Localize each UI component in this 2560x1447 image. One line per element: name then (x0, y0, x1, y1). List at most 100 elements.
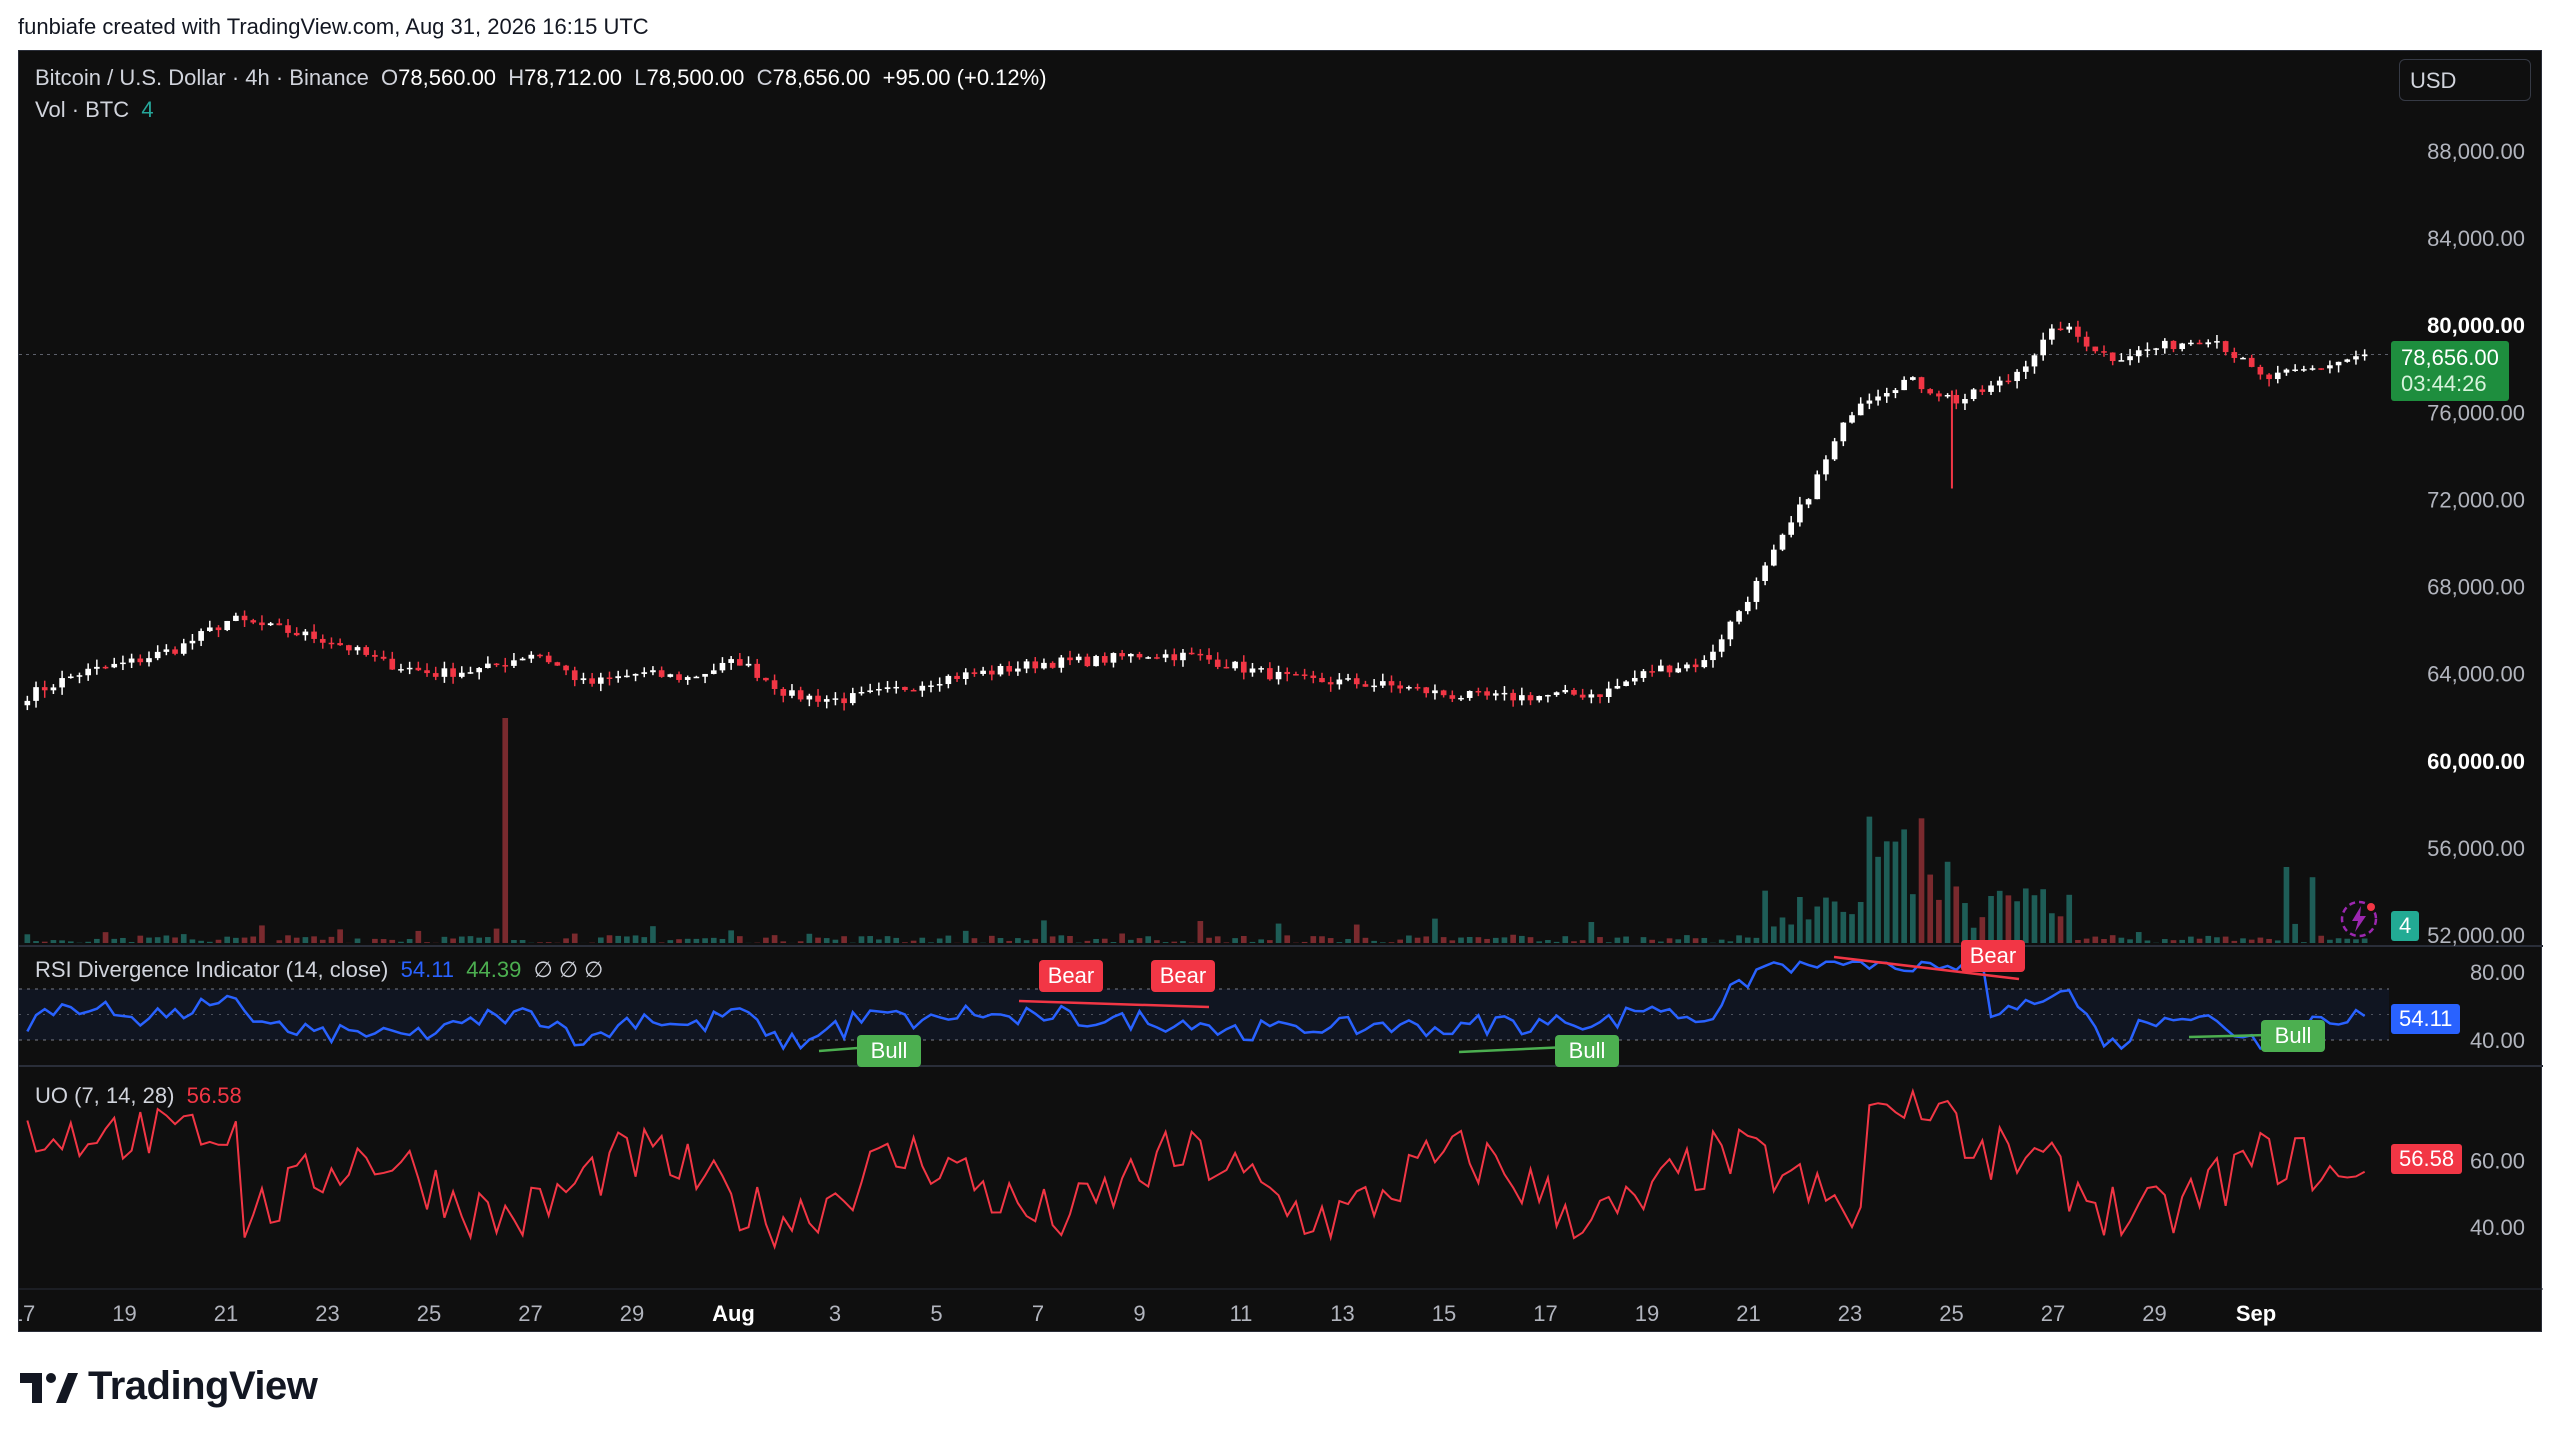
candle-body (1814, 474, 1821, 500)
candle-body (1779, 534, 1786, 550)
price-axis-label: 76,000.00 (2427, 400, 2525, 425)
chart-frame[interactable]: 88,000.00 84,000.00 80,000.00 76,000.00 72,0… (18, 50, 2543, 1333)
volume-bar (111, 938, 118, 943)
volume-bar (2135, 932, 2142, 943)
candle-body (971, 672, 978, 674)
volume-bar (337, 929, 343, 943)
candle-body (876, 688, 882, 691)
volume-bar (1623, 936, 1629, 943)
high-value: 78,712.00 (524, 65, 623, 90)
candle-body (1927, 389, 1934, 394)
volume-bar (1345, 938, 1351, 943)
candle-body (120, 662, 126, 665)
volume-bar (884, 936, 891, 943)
candle-body (76, 675, 83, 677)
volume-bar (1692, 938, 1699, 943)
volume-bar (2214, 937, 2220, 943)
volume-bar (2057, 916, 2064, 943)
candle-body (1293, 674, 1299, 676)
candle-body (2144, 349, 2151, 351)
tradingview-logo-text: TradingView (88, 1364, 318, 1408)
volume-bar (1727, 941, 1734, 943)
candle-body (528, 654, 535, 659)
volume-bar (1901, 829, 1907, 943)
volume-bar (1466, 936, 1473, 943)
candle-body (502, 665, 509, 667)
volume-bar (519, 940, 526, 943)
volume-bar (1023, 940, 1030, 943)
candle-body (1206, 655, 1212, 660)
volume-bar (1579, 940, 1586, 943)
volume-bar (597, 937, 604, 943)
uo-label[interactable]: UO (7, 14, 28) (35, 1083, 174, 1108)
volume-bar (710, 937, 717, 943)
candle-body (693, 676, 700, 679)
volume-bar (1284, 935, 1291, 943)
candle-body (1232, 661, 1238, 669)
candle-body (624, 675, 630, 678)
price-axis-label: 52,000.00 (2427, 923, 2525, 948)
volume-bar (1267, 940, 1273, 943)
candle-body (450, 668, 456, 677)
tradingview-logo[interactable]: TradingView (20, 1364, 318, 1409)
candle-body (919, 685, 926, 691)
candle-body (658, 670, 665, 677)
volume-bar (189, 939, 196, 943)
candle-body (667, 674, 674, 677)
candle-body (1162, 654, 1169, 658)
candle-body (945, 675, 952, 685)
candle-body (1501, 692, 1508, 695)
volume-bar (702, 938, 708, 943)
volume-bar (1371, 940, 1377, 943)
volume-bar (206, 941, 213, 943)
volume-bar (563, 938, 569, 943)
rsi-label[interactable]: RSI Divergence Indicator (14, close) (35, 957, 388, 982)
candle-body (571, 670, 578, 681)
currency-button[interactable]: USD (2399, 59, 2531, 101)
volume-bar (919, 937, 926, 943)
lightning-icon[interactable] (2337, 897, 2381, 941)
candle-body (1605, 688, 1612, 698)
volume-bar (1171, 941, 1178, 943)
uo-axis-label: 40.00 (2470, 1215, 2525, 1240)
candle-body (2335, 361, 2342, 366)
volume-bar (2127, 939, 2133, 943)
candle-body (806, 695, 813, 700)
uo-axis-label: 60.00 (2470, 1148, 2525, 1173)
symbol-title[interactable]: Bitcoin / U.S. Dollar · 4h · Binance (35, 65, 369, 90)
candle-body (1797, 504, 1803, 523)
candle-body (2153, 348, 2159, 350)
volume-bar (737, 936, 743, 943)
price-axis-label: 84,000.00 (2427, 226, 2525, 251)
candle-body (1023, 661, 1030, 669)
volume-bar (1397, 939, 1404, 943)
volume-bar (1162, 942, 1169, 943)
volume-bar (1936, 899, 1942, 943)
candle-body (867, 690, 873, 692)
time-axis-label: 21 (214, 1301, 238, 1326)
candle-body (1093, 656, 1099, 667)
candle-body (1188, 652, 1195, 655)
volume-bar (467, 936, 474, 943)
volume-bar (1154, 940, 1160, 943)
candle-body (884, 687, 891, 689)
time-axis-label: 25 (417, 1301, 441, 1326)
volume-bar (1996, 890, 2003, 943)
volume-label[interactable]: Vol · BTC (35, 97, 129, 122)
candle-body (1406, 687, 1412, 689)
volume-bar (1128, 939, 1134, 943)
volume-bar (1136, 938, 1143, 943)
candle-body (1345, 678, 1351, 680)
volume-bar (2014, 901, 2020, 943)
volume-bar (1840, 911, 1847, 943)
time-axis-label: Aug (712, 1301, 755, 1326)
candle-body (224, 620, 231, 631)
volume-bar (1823, 897, 1829, 943)
volume-bar (571, 933, 578, 943)
volume-bar (815, 937, 821, 943)
candle-body (2318, 368, 2325, 370)
volume-bar (2301, 942, 2307, 943)
candle-body (1310, 675, 1317, 678)
chart-canvas[interactable]: 88,000.00 84,000.00 80,000.00 76,000.00 72,0… (19, 51, 2543, 1333)
candle-body (406, 667, 413, 670)
